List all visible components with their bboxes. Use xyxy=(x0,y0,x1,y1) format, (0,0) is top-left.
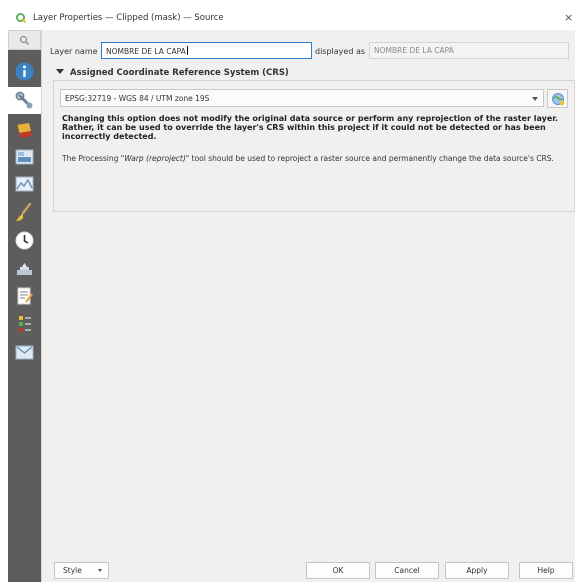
crs-note-prefix: The Processing " xyxy=(62,154,125,163)
sidebar-item-qgis-server[interactable] xyxy=(14,342,35,363)
globe-icon xyxy=(552,93,565,106)
sidebar-item-metadata[interactable] xyxy=(14,286,35,307)
legend-icon xyxy=(19,316,31,332)
info-icon xyxy=(15,62,34,81)
qgis-logo-icon xyxy=(16,13,26,23)
sidebar-item-symbology[interactable] xyxy=(14,120,35,141)
source-wrench-icon xyxy=(15,91,33,109)
histogram-icon xyxy=(15,176,34,192)
help-button[interactable]: Help xyxy=(519,562,573,579)
crs-group-header[interactable]: Assigned Coordinate Reference System (CR… xyxy=(56,68,289,78)
collapse-triangle-icon xyxy=(56,69,64,74)
apply-button[interactable]: Apply xyxy=(445,562,509,579)
sidebar-item-rendering[interactable] xyxy=(14,202,35,223)
style-button[interactable]: Style xyxy=(54,562,109,579)
sidebar-item-legend[interactable] xyxy=(14,313,35,334)
layer-name-label: Layer name xyxy=(50,47,98,56)
sidebar-item-temporal[interactable] xyxy=(14,230,35,251)
source-panel: Layer name NOMBRE DE LA CAPA displayed a… xyxy=(41,30,575,552)
paint-icon xyxy=(16,123,32,138)
displayed-as-label: displayed as xyxy=(315,47,366,56)
displayed-as-field: NOMBRE DE LA CAPA xyxy=(369,42,569,59)
sidebar-search[interactable] xyxy=(8,30,41,50)
pyramids-icon xyxy=(17,263,32,275)
title-bar: Layer Properties — Clipped (mask) — Sour… xyxy=(0,0,575,30)
crs-selected-value: EPSG:32719 - WGS 84 / UTM zone 19S xyxy=(65,94,210,103)
sidebar-item-transparency[interactable] xyxy=(14,147,35,168)
crs-warning-text: Changing this option does not modify the… xyxy=(62,114,559,141)
metadata-icon xyxy=(17,287,33,305)
text-caret xyxy=(186,46,188,55)
server-icon xyxy=(15,345,34,360)
transparency-icon xyxy=(15,149,34,165)
sidebar-item-pyramids[interactable] xyxy=(14,258,35,279)
layer-name-value: NOMBRE DE LA CAPA xyxy=(106,47,186,56)
sidebar-item-information[interactable] xyxy=(14,61,35,82)
search-icon xyxy=(19,35,29,45)
dialog-button-bar: Style OK Cancel Apply Help xyxy=(41,552,575,582)
crs-note-suffix: " tool should be used to reproject a ras… xyxy=(185,154,554,163)
dropdown-arrow-icon xyxy=(98,569,102,572)
sidebar-item-histogram[interactable] xyxy=(14,174,35,195)
cancel-button[interactable]: Cancel xyxy=(375,562,439,579)
select-crs-button[interactable] xyxy=(547,89,568,108)
brush-icon xyxy=(16,202,32,221)
sidebar xyxy=(8,30,41,582)
ok-button[interactable]: OK xyxy=(306,562,370,579)
warp-tool-name: Warp (reproject) xyxy=(124,154,186,163)
layer-name-input[interactable]: NOMBRE DE LA CAPA xyxy=(101,42,312,59)
sidebar-item-source[interactable] xyxy=(8,87,41,114)
window-title: Layer Properties — Clipped (mask) — Sour… xyxy=(33,13,224,23)
chevron-down-icon xyxy=(532,97,538,101)
crs-group-title: Assigned Coordinate Reference System (CR… xyxy=(70,68,289,78)
clock-icon xyxy=(15,231,34,250)
crs-note-text: The Processing "Warp (reproject)" tool s… xyxy=(62,154,567,164)
crs-select[interactable]: EPSG:32719 - WGS 84 / UTM zone 19S xyxy=(60,89,544,107)
style-button-label: Style xyxy=(63,566,82,575)
close-icon[interactable]: × xyxy=(564,11,573,24)
